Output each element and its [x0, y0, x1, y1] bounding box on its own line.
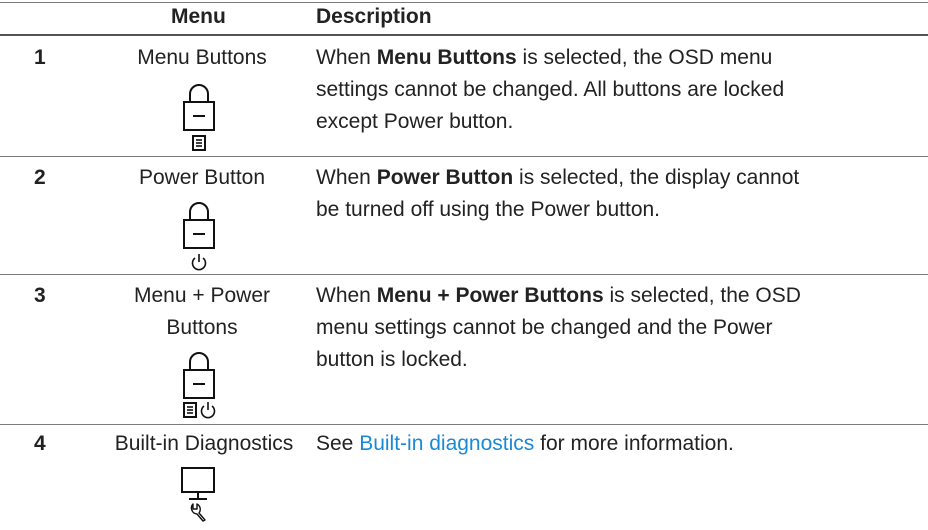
row-rule — [0, 274, 928, 275]
menu-option-label: Built-in Diagnostics — [114, 432, 294, 455]
row-rule — [0, 156, 928, 157]
row-description: See Built-in diagnostics for more inform… — [316, 428, 916, 460]
table-top-rule — [0, 2, 928, 3]
column-header-menu: Menu — [171, 5, 226, 28]
row-number: 2 — [34, 166, 46, 189]
desc-text: settings cannot be changed. All buttons … — [316, 78, 785, 101]
row-number: 1 — [34, 46, 46, 69]
lock-icon — [183, 352, 215, 399]
lock-icon — [183, 84, 215, 131]
monitor-icon — [181, 467, 215, 500]
desc-text: is selected, the OSD — [603, 284, 801, 307]
menu-option-label: Menu + Power Buttons — [100, 280, 304, 344]
column-header-description: Description — [316, 5, 432, 28]
menu-option-label-line: Buttons — [166, 316, 238, 339]
row-rule — [0, 424, 928, 425]
lock-icon — [183, 202, 215, 249]
power-icon — [200, 402, 216, 419]
desc-text: be turned off using the Power button. — [316, 198, 661, 221]
row-description: When Power Button is selected, the displ… — [316, 162, 916, 226]
desc-text: menu settings cannot be changed and the … — [316, 316, 773, 339]
row-number: 3 — [34, 284, 46, 307]
menu-option-label: Menu Buttons — [137, 46, 267, 69]
desc-text: When — [316, 284, 377, 307]
desc-text: except Power button. — [316, 110, 514, 133]
menu-icon — [192, 135, 206, 151]
menu-icon — [183, 402, 197, 418]
menu-option-label: Power Button — [138, 166, 266, 189]
row-number: 4 — [34, 432, 46, 455]
wrench-icon — [190, 503, 206, 522]
desc-text: See — [316, 432, 360, 455]
desc-text: is selected, the OSD menu — [516, 46, 773, 69]
desc-text: When — [316, 166, 377, 189]
desc-text: for more information. — [534, 432, 734, 455]
desc-bold: Menu Buttons — [376, 46, 517, 69]
header-rule — [0, 34, 928, 36]
desc-text: When — [316, 46, 377, 69]
desc-bold: Menu + Power Buttons — [376, 284, 604, 307]
menu-option-label-line: Menu + Power — [134, 284, 270, 307]
power-icon — [191, 254, 207, 271]
row-description: When Menu + Power Buttons is selected, t… — [316, 280, 916, 376]
desc-text: button is locked. — [316, 348, 468, 371]
desc-bold: Power Button — [376, 166, 514, 189]
built-in-diagnostics-link[interactable]: Built-in diagnostics — [359, 432, 534, 455]
desc-text: is selected, the display cannot — [513, 166, 800, 189]
row-description: When Menu Buttons is selected, the OSD m… — [316, 42, 916, 138]
